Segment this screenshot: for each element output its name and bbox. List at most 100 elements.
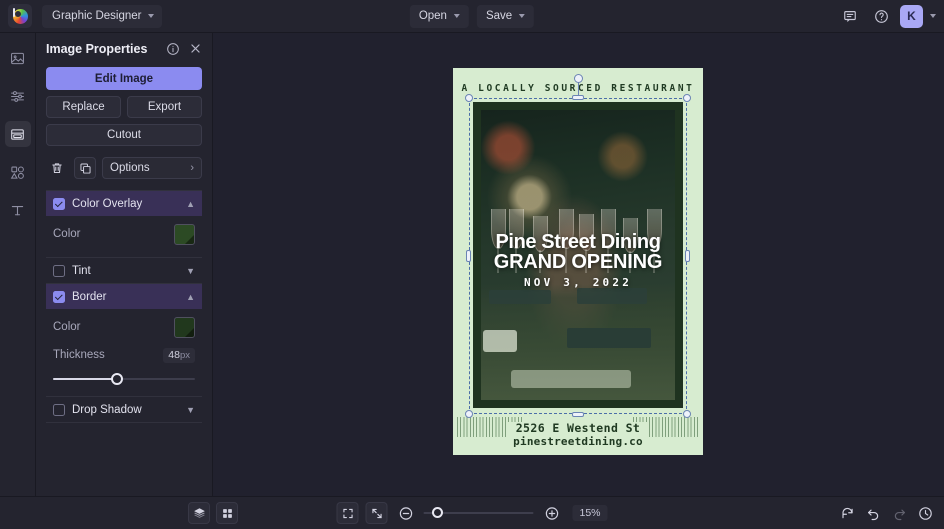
undo-icon[interactable] <box>862 502 884 524</box>
layers-icon[interactable] <box>188 502 210 524</box>
replace-export-row: Replace Export <box>46 96 202 118</box>
chevron-down-icon[interactable]: ▼ <box>186 266 195 276</box>
chevron-right-icon: › <box>190 162 194 174</box>
effect-checkbox-tint[interactable] <box>53 265 65 277</box>
effect-group-color-overlay: Color Overlay ▲ Color <box>46 190 202 257</box>
effect-checkbox-color-overlay[interactable] <box>53 198 65 210</box>
resize-handle-top[interactable] <box>572 95 584 100</box>
color-swatch[interactable] <box>174 224 195 245</box>
color-field: Color <box>53 220 195 248</box>
options-label: Options <box>110 162 150 174</box>
frame-tool[interactable] <box>5 121 31 147</box>
redo-icon[interactable] <box>888 502 910 524</box>
slider-fill <box>53 378 117 380</box>
main-body: Image Properties Edit Image <box>0 33 944 496</box>
effect-body-border: Color Thickness 48px <box>46 309 202 396</box>
effect-group-tint: Tint ▼ <box>46 257 202 283</box>
poster-title-block: Pine Street Dining GRAND OPENING NOV 3, … <box>481 232 675 289</box>
thickness-label: Thickness <box>53 349 163 361</box>
close-icon[interactable] <box>186 40 204 58</box>
zoom-slider-handle[interactable] <box>432 507 443 518</box>
thickness-value[interactable]: 48px <box>163 348 195 363</box>
resize-handle-right[interactable] <box>685 250 690 262</box>
save-label: Save <box>486 10 512 22</box>
grid-icon[interactable] <box>216 502 238 524</box>
fit-to-screen-icon[interactable] <box>336 502 358 524</box>
trash-icon[interactable] <box>46 157 68 179</box>
effect-header-tint[interactable]: Tint ▼ <box>46 258 202 283</box>
effects-list: Color Overlay ▲ Color <box>46 190 202 423</box>
effect-label: Color Overlay <box>72 198 179 210</box>
help-circle-icon[interactable] <box>869 4 893 28</box>
thickness-field: Thickness 48px <box>53 341 195 369</box>
shapes-tool[interactable] <box>5 159 31 185</box>
poster-footer-text[interactable]: 2526 E Westend St pinestreetdining.co <box>507 422 649 449</box>
adjust-tool[interactable] <box>5 83 31 109</box>
duplicate-icon[interactable] <box>74 157 96 179</box>
zoom-slider[interactable] <box>423 506 533 520</box>
resize-handle-top-right[interactable] <box>683 94 691 102</box>
avatar[interactable]: K <box>900 5 923 28</box>
text-tool[interactable] <box>5 197 31 223</box>
poster-kicker-text[interactable]: A LOCALLY SOURCED RESTAURANT <box>462 83 695 94</box>
file-actions: Open Save <box>410 5 534 28</box>
history-icon[interactable] <box>914 502 936 524</box>
poster-title-line2[interactable]: GRAND OPENING <box>481 252 675 273</box>
brand-color-wheel-icon[interactable] <box>8 4 32 28</box>
document-name-dropdown[interactable]: Graphic Designer <box>42 5 162 28</box>
poster-date[interactable]: NOV 3, 2022 <box>481 276 675 289</box>
poster-photo-frame[interactable]: Pine Street Dining GRAND OPENING NOV 3, … <box>473 102 683 408</box>
resize-handle-left[interactable] <box>466 250 471 262</box>
thickness-number: 48 <box>168 349 180 361</box>
poster-artboard[interactable]: A LOCALLY SOURCED RESTAURANT <box>453 68 703 455</box>
bottom-bar-left <box>188 502 238 524</box>
chevron-up-icon[interactable]: ▲ <box>186 199 195 209</box>
bottom-bar: 15% <box>0 496 944 529</box>
poster-footer: 2526 E Westend St pinestreetdining.co <box>453 415 703 455</box>
cutout-button[interactable]: Cutout <box>46 124 202 146</box>
poster-title-line1[interactable]: Pine Street Dining <box>481 232 675 252</box>
top-bar-right: K <box>838 4 936 28</box>
chevron-down-icon <box>519 14 525 18</box>
zoom-level-value[interactable]: 15% <box>572 505 607 521</box>
effect-group-drop-shadow: Drop Shadow ▼ <box>46 396 202 423</box>
info-circle-icon[interactable] <box>164 40 182 58</box>
options-button[interactable]: Options › <box>102 157 202 179</box>
zoom-in-icon[interactable] <box>540 502 562 524</box>
open-button[interactable]: Open <box>410 5 469 28</box>
canvas-area[interactable]: A LOCALLY SOURCED RESTAURANT <box>213 33 944 496</box>
bottom-bar-right <box>836 502 936 524</box>
thickness-slider[interactable] <box>53 371 195 387</box>
zoom-out-icon[interactable] <box>394 502 416 524</box>
save-button[interactable]: Save <box>477 5 534 28</box>
chevron-down-icon[interactable] <box>930 14 936 18</box>
panel-content: Edit Image Replace Export Cutout <box>36 64 212 423</box>
effect-header-border[interactable]: Border ▲ <box>46 284 202 309</box>
comment-icon[interactable] <box>838 4 862 28</box>
export-button[interactable]: Export <box>127 96 202 118</box>
chevron-down-icon <box>148 14 154 18</box>
resize-handle-top-left[interactable] <box>465 94 473 102</box>
logo-b-stem <box>13 8 15 17</box>
table-surface <box>481 284 675 400</box>
chevron-down-icon[interactable]: ▼ <box>186 405 195 415</box>
tool-rail <box>0 33 36 496</box>
effect-header-color-overlay[interactable]: Color Overlay ▲ <box>46 191 202 216</box>
sync-icon[interactable] <box>836 502 858 524</box>
effect-body-color-overlay: Color <box>46 216 202 257</box>
effect-checkbox-drop-shadow[interactable] <box>53 404 65 416</box>
chevron-down-icon <box>454 14 460 18</box>
actual-size-icon[interactable] <box>365 502 387 524</box>
image-tool[interactable] <box>5 45 31 71</box>
chevron-up-icon[interactable]: ▲ <box>186 292 195 302</box>
cutout-row: Cutout <box>46 124 202 146</box>
effect-checkbox-border[interactable] <box>53 291 65 303</box>
open-label: Open <box>419 10 447 22</box>
color-swatch[interactable] <box>174 317 195 338</box>
effect-header-drop-shadow[interactable]: Drop Shadow ▼ <box>46 397 202 422</box>
edit-image-button[interactable]: Edit Image <box>46 67 202 90</box>
replace-button[interactable]: Replace <box>46 96 121 118</box>
rotate-handle[interactable] <box>574 74 583 83</box>
slider-handle[interactable] <box>111 373 123 385</box>
effect-label: Drop Shadow <box>72 404 179 416</box>
